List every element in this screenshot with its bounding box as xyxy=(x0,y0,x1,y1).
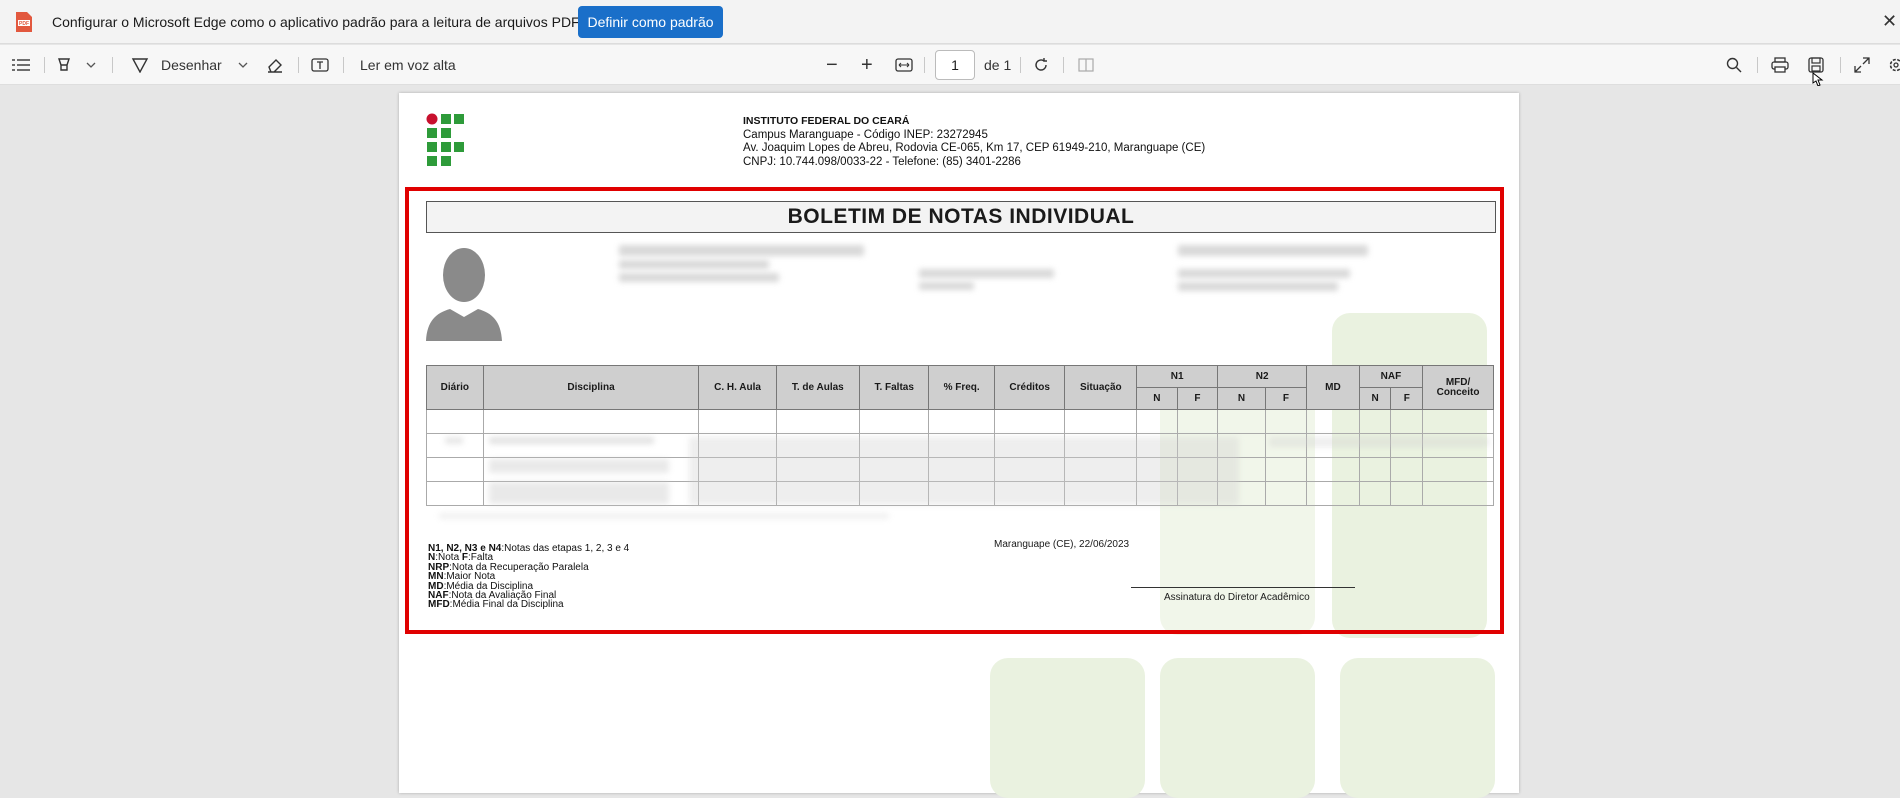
table-row-blurred xyxy=(427,410,1494,434)
report-title: BOLETIM DE NOTAS INDIVIDUAL xyxy=(426,201,1496,233)
draw-label: Desenhar xyxy=(161,57,222,73)
header-n2-f: F xyxy=(1265,388,1307,410)
read-aloud-button[interactable]: Ler em voz alta xyxy=(360,45,456,85)
draw-pen-icon xyxy=(131,57,149,73)
header-situacao: Situação xyxy=(1065,366,1137,410)
header-naf-n: N xyxy=(1359,388,1391,410)
header-n1-n: N xyxy=(1137,388,1178,410)
page-total-label: de 1 xyxy=(984,45,1011,85)
svg-text:PDF: PDF xyxy=(19,21,29,27)
contents-list-icon[interactable] xyxy=(12,45,30,85)
page-view-icon[interactable] xyxy=(1078,45,1094,85)
eraser-icon[interactable] xyxy=(266,45,284,85)
fit-page-icon[interactable] xyxy=(895,45,913,85)
header-n1: N1 xyxy=(1137,366,1218,388)
place-date: Maranguape (CE), 22/06/2023 xyxy=(994,539,1129,550)
print-icon[interactable] xyxy=(1771,45,1789,85)
notification-message: Configurar o Microsoft Edge como o aplic… xyxy=(52,14,587,30)
signature-line xyxy=(1131,587,1355,588)
zoom-out-button[interactable]: − xyxy=(826,45,838,85)
legend-desc: :Média Final da Disciplina xyxy=(450,599,564,610)
address-line: Av. Joaquim Lopes de Abreu, Rodovia CE-0… xyxy=(743,142,1205,156)
pdf-toolbar: Desenhar Ler em voz alta − + 1 de 1 xyxy=(0,45,1900,85)
default-pdf-notification-bar: PDF Configurar o Microsoft Edge como o a… xyxy=(0,0,1900,44)
rotate-icon[interactable] xyxy=(1032,45,1050,85)
legend-desc: :Notas das etapas 1, 2, 3 e 4 xyxy=(501,543,629,554)
signature-label: Assinatura do Diretor Acadêmico xyxy=(1164,592,1310,603)
header-naf-f: F xyxy=(1391,388,1423,410)
legend: N1, N2, N3 e N4:Notas das etapas 1, 2, 3… xyxy=(428,544,629,610)
chevron-down-icon[interactable] xyxy=(86,45,96,85)
draw-button[interactable]: Desenhar xyxy=(131,45,222,85)
zoom-in-button[interactable]: + xyxy=(861,45,873,85)
header-ch-aula: C. H. Aula xyxy=(699,366,776,410)
search-icon[interactable] xyxy=(1726,45,1742,85)
pdf-viewer-area: INSTITUTO FEDERAL DO CEARÁ Campus Marang… xyxy=(0,86,1900,788)
header-creditos: Créditos xyxy=(994,366,1065,410)
header-diario: Diário xyxy=(427,366,484,410)
header-n2-n: N xyxy=(1218,388,1265,410)
ifce-logo xyxy=(426,113,468,167)
cnpj-line: CNPJ: 10.744.098/0033-22 - Telefone: (85… xyxy=(743,156,1205,170)
header-md: MD xyxy=(1307,366,1360,410)
header-disciplina: Disciplina xyxy=(483,366,699,410)
chevron-down-icon[interactable] xyxy=(238,45,248,85)
header-n2: N2 xyxy=(1218,366,1307,388)
institution-header: INSTITUTO FEDERAL DO CEARÁ Campus Marang… xyxy=(743,115,1205,169)
header-mfd-conceito: MFD/ Conceito xyxy=(1423,366,1494,410)
fullscreen-icon[interactable] xyxy=(1854,45,1870,85)
pdf-file-icon: PDF xyxy=(14,11,34,33)
text-box-icon[interactable] xyxy=(311,45,329,85)
legend-term: MFD xyxy=(428,599,450,610)
settings-gear-icon[interactable] xyxy=(1888,45,1900,85)
set-default-button[interactable]: Definir como padrão xyxy=(578,6,723,38)
header-naf: NAF xyxy=(1359,366,1422,388)
page-number-input[interactable]: 1 xyxy=(935,50,975,80)
blurred-student-info xyxy=(619,245,864,256)
campus-line: Campus Maranguape - Código INEP: 2327294… xyxy=(743,129,1205,143)
header-t-faltas: T. Faltas xyxy=(859,366,928,410)
header-n1-f: F xyxy=(1177,388,1218,410)
close-icon[interactable]: ✕ xyxy=(1882,11,1897,32)
header-freq: % Freq. xyxy=(929,366,994,410)
pdf-page: INSTITUTO FEDERAL DO CEARÁ Campus Marang… xyxy=(399,93,1519,793)
highlight-icon[interactable] xyxy=(56,45,74,85)
student-avatar-icon xyxy=(424,243,502,341)
header-t-aulas: T. de Aulas xyxy=(776,366,859,410)
institution-name: INSTITUTO FEDERAL DO CEARÁ xyxy=(743,115,909,127)
